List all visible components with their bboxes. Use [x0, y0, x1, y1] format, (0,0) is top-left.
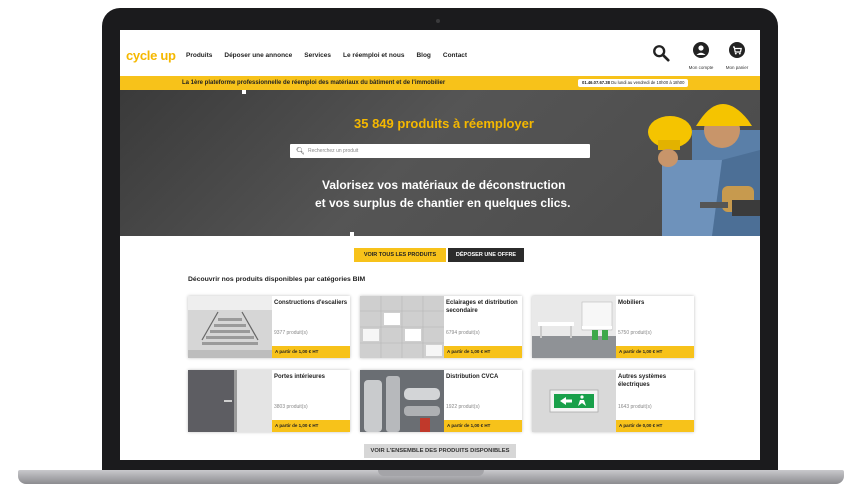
category-card-furniture[interactable]: Mobiliers 5750 produit(s) A partir de 1,… — [532, 296, 694, 358]
category-price: A partir de 1,00 € HT — [444, 346, 522, 358]
category-name: Portes intérieures — [274, 374, 326, 380]
category-name: Constructions d'escaliers — [274, 300, 348, 306]
cycle-up-logo[interactable]: cycle up — [126, 48, 176, 63]
category-price: A partir de 1,00 € HT — [444, 420, 522, 432]
account-label: Mon compte — [688, 65, 714, 70]
hero-dot — [350, 232, 354, 236]
category-card-stairs[interactable]: Constructions d'escaliers 9377 produit(s… — [188, 296, 350, 358]
hero-section: 35 849 produits à réemployer 🔍︎ Recherch… — [120, 90, 760, 236]
category-count: 3803 produit(s) — [274, 404, 308, 410]
category-card-electrical[interactable]: Autres systèmes électriques 1643 produit… — [532, 370, 694, 432]
category-count: 5750 produit(s) — [618, 330, 652, 336]
laptop-notch — [378, 470, 484, 476]
website-screen: cycle up Produits Déposer une annonce Se… — [120, 30, 760, 460]
lighting-photo — [360, 296, 444, 358]
account-button[interactable]: Mon compte — [686, 42, 716, 70]
stairs-photo — [188, 296, 272, 358]
hero-slogan-line1: Valorisez vos matériaux de déconstructio… — [322, 178, 566, 192]
nav-contact[interactable]: Contact — [443, 52, 467, 59]
worker-photo — [648, 104, 760, 236]
user-icon — [693, 42, 709, 58]
furniture-photo — [532, 296, 616, 358]
phone-number: 01.46.07.67.38 — [582, 80, 610, 85]
category-card-hvac[interactable]: Distribution CVCA 1922 produit(s) A part… — [360, 370, 522, 432]
site-header: cycle up Produits Déposer une annonce Se… — [120, 30, 760, 76]
search-icon[interactable] — [652, 44, 670, 62]
cart-icon — [729, 42, 745, 58]
nav-produits[interactable]: Produits — [186, 52, 212, 59]
category-name: Autres systèmes électriques — [618, 374, 667, 388]
category-price: A partir de 1,00 € HT — [272, 420, 350, 432]
search-bar-icon: 🔍︎ — [296, 148, 305, 155]
product-search-bar[interactable]: 🔍︎ Recherchez un produit — [290, 144, 590, 158]
nav-reemploi[interactable]: Le réemploi et nous — [343, 52, 404, 59]
nav-services[interactable]: Services — [304, 52, 331, 59]
phone-hours: Du lundi au vendredi de 10h00 à 18h00 — [611, 80, 685, 85]
see-all-available-button[interactable]: VOIR L'ENSEMBLE DES PRODUITS DISPONIBLES — [364, 444, 516, 458]
nav-blog[interactable]: Blog — [416, 52, 430, 59]
cart-label: Mon panier — [725, 65, 749, 70]
see-all-products-button[interactable]: VOIR TOUS LES PRODUITS — [354, 248, 446, 262]
category-card-doors[interactable]: Portes intérieures 3803 produit(s) A par… — [188, 370, 350, 432]
category-count: 9377 produit(s) — [274, 330, 308, 336]
hvac-photo — [360, 370, 444, 432]
search-placeholder: Recherchez un produit — [308, 148, 359, 154]
category-count: 1643 produit(s) — [618, 404, 652, 410]
door-photo — [188, 370, 272, 432]
category-price: A partir de 0,00 € HT — [616, 420, 694, 432]
camera-dot — [436, 19, 440, 23]
category-name: Mobiliers — [618, 300, 645, 306]
exit-sign-photo — [532, 370, 616, 432]
banner-text: La 1ère plateforme professionnelle de ré… — [182, 80, 446, 86]
hero-dot — [242, 90, 246, 94]
category-card-lighting[interactable]: Eclairages et distribution secondaire 67… — [360, 296, 522, 358]
post-offer-button[interactable]: DÉPOSER UNE OFFRE — [448, 248, 524, 262]
category-name: Distribution CVCA — [446, 374, 499, 380]
category-price: A partir de 1,00 € HT — [272, 346, 350, 358]
info-banner: La 1ère plateforme professionnelle de ré… — [120, 76, 760, 90]
cart-button[interactable]: Mon panier — [722, 42, 752, 70]
category-count: 1922 produit(s) — [446, 404, 480, 410]
categories-title: Découvrir nos produits disponibles par c… — [188, 276, 366, 283]
category-price: A partir de 1,00 € HT — [616, 346, 694, 358]
category-name: Eclairages et distribution secondaire — [446, 300, 518, 314]
hero-slogan-line2: et vos surplus de chantier en quelques c… — [315, 196, 571, 210]
phone-box[interactable]: 01.46.07.67.38 Du lundi au vendredi de 1… — [578, 79, 689, 87]
hero-title: 35 849 produits à réemployer — [354, 116, 534, 131]
category-count: 6794 produit(s) — [446, 330, 480, 336]
main-nav: Produits Déposer une annonce Services Le… — [186, 52, 467, 59]
nav-deposer-annonce[interactable]: Déposer une annonce — [224, 52, 292, 59]
